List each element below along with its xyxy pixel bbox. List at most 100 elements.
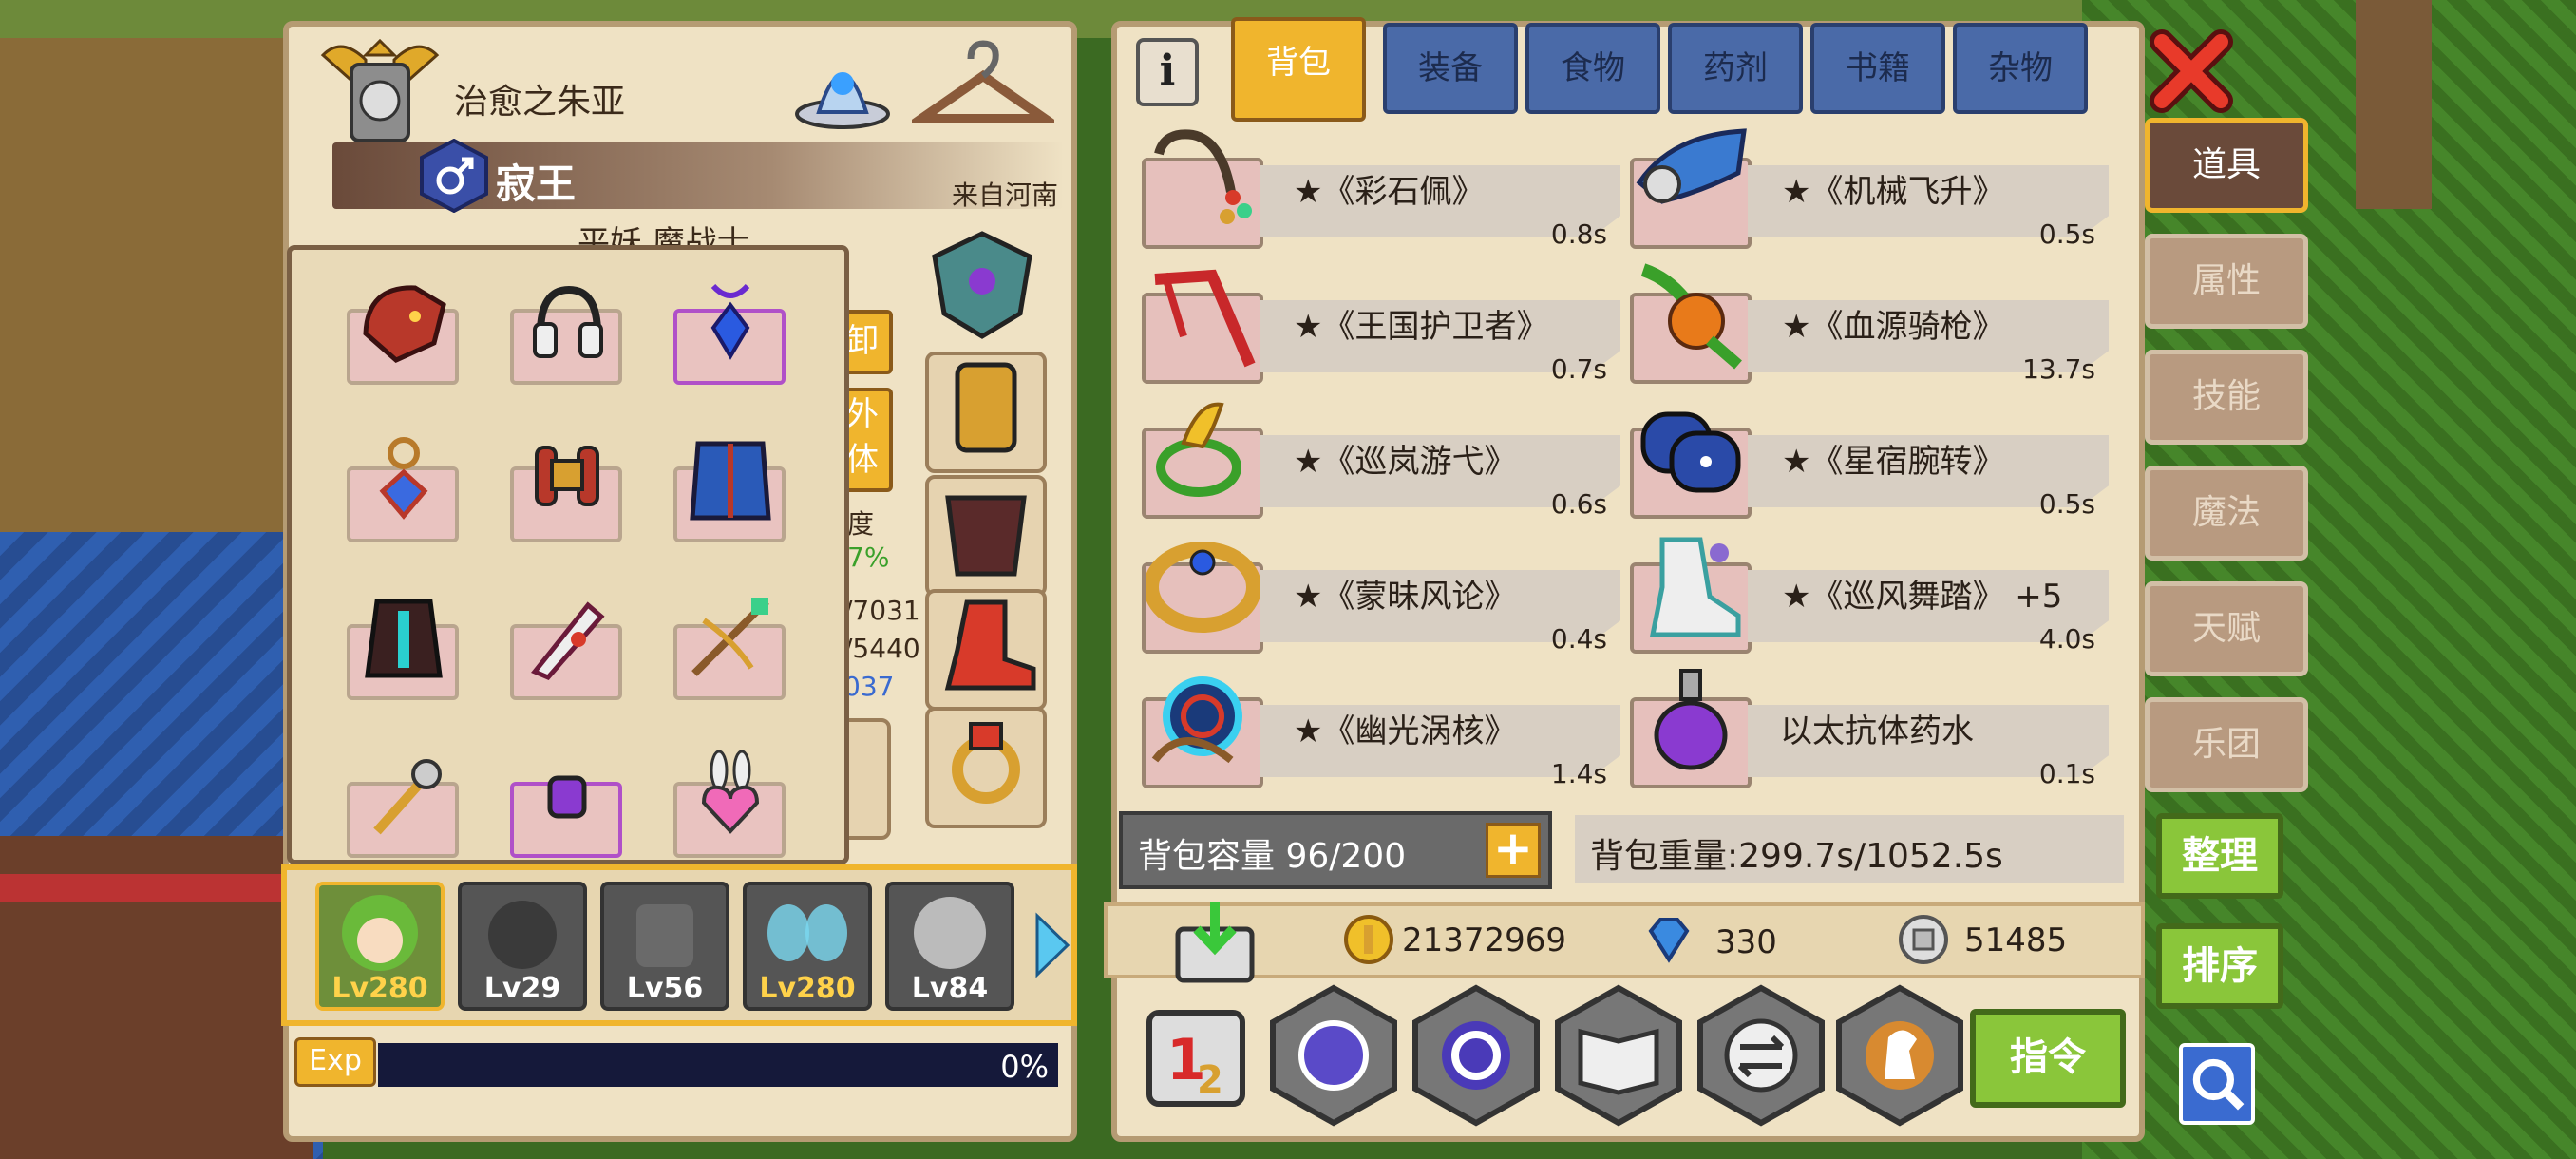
inventory-item[interactable]: ★《星宿腕转》 0.5s xyxy=(1630,395,2114,520)
item-time: 0.1s xyxy=(2038,758,2095,789)
silver-hair-character-icon xyxy=(914,897,986,969)
crystal-ability-icon[interactable] xyxy=(790,38,895,133)
equip-slot-ring[interactable] xyxy=(925,707,1047,828)
diamond-icon xyxy=(1648,918,1690,963)
party-order-icon[interactable]: 12 xyxy=(1146,1009,1246,1108)
search-icon[interactable] xyxy=(2179,1043,2255,1125)
silver-coin-icon xyxy=(1899,915,1948,964)
vortex-core-icon xyxy=(1151,676,1242,764)
gold-coin-icon xyxy=(1344,915,1393,964)
side-tab-attributes[interactable]: 属性 xyxy=(2145,234,2308,329)
equip-item-sapphire[interactable] xyxy=(668,269,787,389)
dragon-helmet-icon xyxy=(363,285,446,363)
item-name: ★《机械飞升》 xyxy=(1782,173,2005,211)
equip-item-jetpack[interactable] xyxy=(504,427,624,546)
item-time: 0.8s xyxy=(1550,218,1607,250)
item-name: ★《血源骑枪》 xyxy=(1782,308,2005,346)
equip-item-pendant[interactable] xyxy=(341,427,461,546)
gold-amount: 21372969 xyxy=(1402,922,1567,960)
equip-slot-armor[interactable] xyxy=(925,352,1047,473)
sapphire-necklace-icon xyxy=(710,283,750,360)
tidy-button[interactable]: 整理 xyxy=(2156,813,2283,899)
party-member-4[interactable]: Lv280 xyxy=(743,882,872,1011)
golden-armor-icon xyxy=(955,362,1017,453)
tab-misc[interactable]: 杂物 xyxy=(1953,23,2088,114)
party-member-2[interactable]: Lv29 xyxy=(458,882,587,1011)
bunny-heart-icon xyxy=(701,750,760,834)
side-tab-band[interactable]: 乐团 xyxy=(2145,697,2308,792)
stat-mp: /5440 xyxy=(843,633,920,664)
inventory-item[interactable]: ★《巡风舞踏》 +5 4.0s xyxy=(1630,530,2114,655)
party-level: Lv280 xyxy=(759,972,856,1005)
pumpkin-lance-icon xyxy=(1640,263,1742,370)
party-member-5[interactable]: Lv84 xyxy=(885,882,1014,1011)
side-tab-items[interactable]: 道具 xyxy=(2145,118,2308,213)
inventory-item[interactable]: ★《血源骑枪》 13.7s xyxy=(1630,260,2114,385)
item-time: 0.7s xyxy=(1550,353,1607,385)
equipment-popup xyxy=(287,245,849,864)
side-tab-talent[interactable]: 天赋 xyxy=(2145,581,2308,676)
equip-item-potion-ring[interactable] xyxy=(504,742,624,860)
backpack-capacity: 背包容量 96/200 + xyxy=(1119,811,1552,889)
equip-item-crossbow[interactable] xyxy=(668,584,787,704)
equip-item-blade[interactable] xyxy=(504,584,624,704)
close-icon[interactable] xyxy=(2149,28,2234,114)
download-icon[interactable] xyxy=(1168,901,1261,984)
inventory-item[interactable]: ★《机械飞升》 0.5s xyxy=(1630,125,2114,250)
equip-item-cape[interactable] xyxy=(668,427,787,546)
side-tab-magic[interactable]: 魔法 xyxy=(2145,466,2308,560)
equip-slot-boots[interactable] xyxy=(925,589,1047,711)
equip-item-bunny-heart[interactable] xyxy=(668,742,787,860)
exp-value: 0% xyxy=(1000,1049,1049,1085)
party-member-1[interactable]: Lv280 xyxy=(315,882,445,1011)
winged-ring-icon xyxy=(1156,402,1241,497)
inventory-item[interactable]: ★《幽光涡核》 1.4s xyxy=(1142,665,1626,789)
equip-item-dark-cloak[interactable] xyxy=(341,584,461,704)
tab-food[interactable]: 食物 xyxy=(1525,23,1660,114)
item-name: ★《巡岚游弋》 xyxy=(1294,443,1517,481)
party-next-arrow-icon[interactable] xyxy=(1033,912,1071,978)
item-time: 0.4s xyxy=(1550,623,1607,655)
inventory-item[interactable]: ★《蒙昧风论》 0.4s xyxy=(1142,530,1626,655)
green-hair-character-icon xyxy=(342,895,418,971)
equip-item-wrench-staff[interactable] xyxy=(341,742,461,860)
gem-necklace-icon xyxy=(1154,129,1252,224)
inventory-item[interactable]: 以太抗体药水 0.1s xyxy=(1630,665,2114,789)
item-name: ★《巡风舞踏》 +5 xyxy=(1782,578,2063,616)
equip-item-headset[interactable] xyxy=(504,269,624,389)
party-member-3[interactable]: Lv56 xyxy=(600,882,729,1011)
equip-slot-amulet[interactable] xyxy=(925,228,1047,350)
party-level: Lv84 xyxy=(911,972,989,1005)
star-bracer-icon xyxy=(1640,411,1741,493)
expand-capacity-button[interactable]: + xyxy=(1486,823,1541,878)
hanger-icon[interactable] xyxy=(912,38,1054,133)
party-level: Lv280 xyxy=(331,972,428,1005)
mechanical-wing-icon xyxy=(1636,128,1747,204)
stat-label: 度 xyxy=(847,508,875,540)
red-boots-icon xyxy=(944,599,1036,691)
sort-button[interactable]: 排序 xyxy=(2156,923,2283,1009)
swap-icon[interactable] xyxy=(1695,984,1828,1127)
tab-backpack[interactable]: 背包 xyxy=(1231,17,1366,122)
party-level: Lv29 xyxy=(483,972,561,1005)
capacity-label: 背包容量 96/200 xyxy=(1138,837,1407,876)
equip-item-dragon-helm[interactable] xyxy=(341,269,461,389)
tab-potions[interactable]: 药剂 xyxy=(1668,23,1803,114)
tab-books[interactable]: 书籍 xyxy=(1810,23,1945,114)
wind-boots-icon xyxy=(1649,537,1741,637)
inventory-item[interactable]: ★《巡岚游弋》 0.6s xyxy=(1142,395,1626,520)
target-ring-icon[interactable] xyxy=(1410,984,1543,1127)
side-tab-skills[interactable]: 技能 xyxy=(2145,350,2308,445)
info-button[interactable]: i xyxy=(1136,38,1199,106)
tab-equipment[interactable]: 装备 xyxy=(1383,23,1518,114)
book-icon[interactable] xyxy=(1552,984,1685,1127)
equip-slot-chest[interactable] xyxy=(925,475,1047,597)
skill-wheel-icon[interactable] xyxy=(1267,984,1400,1127)
inventory-item[interactable]: ★《彩石佩》 0.8s xyxy=(1142,125,1626,250)
horse-mount-icon[interactable] xyxy=(1833,984,1966,1127)
inventory-item[interactable]: ★《王国护卫者》 0.7s xyxy=(1142,260,1626,385)
item-name: ★《幽光涡核》 xyxy=(1294,712,1517,750)
stat-percent: 7% xyxy=(847,542,890,573)
command-button[interactable]: 指令 xyxy=(1970,1009,2126,1108)
shield-amulet-icon xyxy=(932,231,1032,339)
